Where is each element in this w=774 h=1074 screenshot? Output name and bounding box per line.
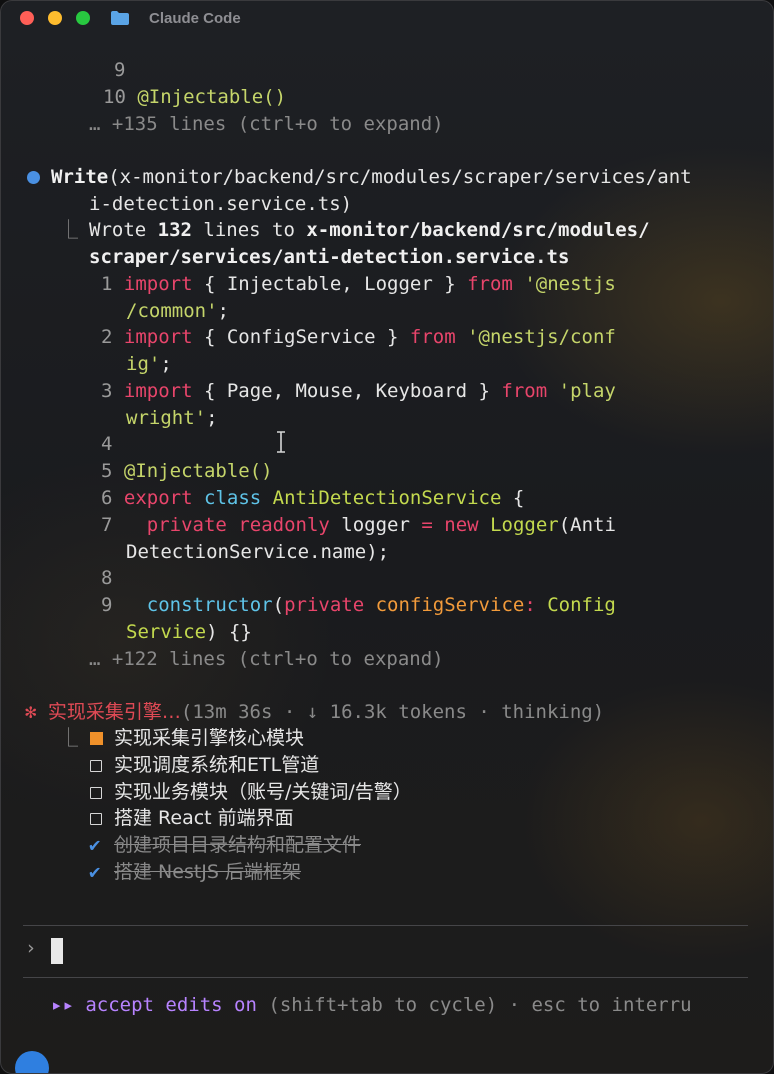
line-number: 8: [101, 567, 113, 589]
app-badge-icon[interactable]: [15, 1051, 49, 1073]
todo-item-done: 创建项目目录结构和配置文件: [114, 834, 362, 856]
code-line: 5 @Injectable(): [101, 460, 273, 482]
code-line: 3 import { Page, Mouse, Keyboard } from …: [101, 380, 616, 402]
check-icon: ✔: [89, 861, 101, 883]
checkbox-empty-icon: [90, 787, 102, 799]
code-line-cont: Service) {}: [126, 621, 252, 643]
line-number: 4: [101, 433, 113, 455]
code-line-cont: DetectionService.name);: [126, 541, 390, 563]
folder-icon: [111, 11, 129, 25]
todo-item: 实现采集引擎核心模块: [114, 727, 305, 749]
code-line-cont: ig';: [126, 353, 172, 375]
code-line: 2 import { ConfigService } from '@nestjs…: [101, 326, 616, 348]
checkbox-empty-icon: [90, 760, 102, 772]
prompt-divider-top: [23, 925, 748, 926]
tool-status-dot-icon: [27, 171, 40, 184]
tree-branch-icon: ⎿: [59, 219, 79, 241]
code-line: 10 @Injectable(): [103, 86, 287, 108]
close-window-button[interactable]: [20, 11, 34, 25]
todo-item: 实现业务模块（账号/关键词/告警）: [114, 781, 412, 803]
checkbox-empty-icon: [90, 813, 102, 825]
prompt-chevron-icon: ›: [25, 937, 37, 959]
code-line: 6 export class AntiDetectionService {: [101, 487, 525, 509]
terminal-window: Claude Code 9 10 @Injectable() … +135 li…: [0, 0, 774, 1074]
minimize-window-button[interactable]: [48, 11, 62, 25]
check-icon: ✔: [89, 834, 101, 856]
title-bar: Claude Code: [1, 1, 773, 37]
status-line: ✻ 实现采集引擎…(13m 36s · ↓ 16.3k tokens · thi…: [25, 701, 605, 723]
mode-indicator[interactable]: ▸▸ accept edits on (shift+tab to cycle) …: [51, 992, 692, 1019]
text-cursor-icon: [277, 431, 285, 453]
spinner-icon: ✻: [25, 701, 37, 723]
todo-item: 搭建 React 前端界面: [114, 807, 294, 829]
fast-forward-icon: ▸▸: [51, 994, 74, 1016]
zoom-window-button[interactable]: [76, 11, 90, 25]
line-number: 9: [114, 59, 126, 81]
write-result-line: Wrote 132 lines to x-monitor/backend/src…: [89, 219, 650, 241]
expand-hint[interactable]: … +135 lines (ctrl+o to expand): [89, 111, 444, 138]
todo-item-done: 搭建 NestJS 后端框架: [114, 861, 301, 883]
code-line-cont: /common';: [126, 300, 229, 322]
tool-call-line-cont: i-detection.service.ts): [89, 193, 353, 215]
tree-branch-icon: ⎿: [59, 727, 79, 749]
tool-call-line: Write(x-monitor/backend/src/modules/scra…: [51, 166, 692, 188]
code-line: 1 import { Injectable, Logger } from '@n…: [101, 273, 616, 295]
code-line-cont: wright';: [126, 407, 218, 429]
todo-item: 实现调度系统和ETL管道: [114, 754, 320, 776]
window-title: Claude Code: [149, 10, 241, 27]
code-line: 7 private readonly logger = new Logger(A…: [101, 514, 616, 536]
code-line: 9 constructor(private configService: Con…: [101, 594, 616, 616]
expand-hint[interactable]: … +122 lines (ctrl+o to expand): [89, 646, 444, 673]
prompt-divider-bottom: [23, 977, 748, 978]
prompt-input-cursor[interactable]: [51, 938, 63, 964]
in-progress-icon: [90, 732, 103, 745]
write-result-path: scraper/services/anti-detection.service.…: [89, 246, 570, 268]
